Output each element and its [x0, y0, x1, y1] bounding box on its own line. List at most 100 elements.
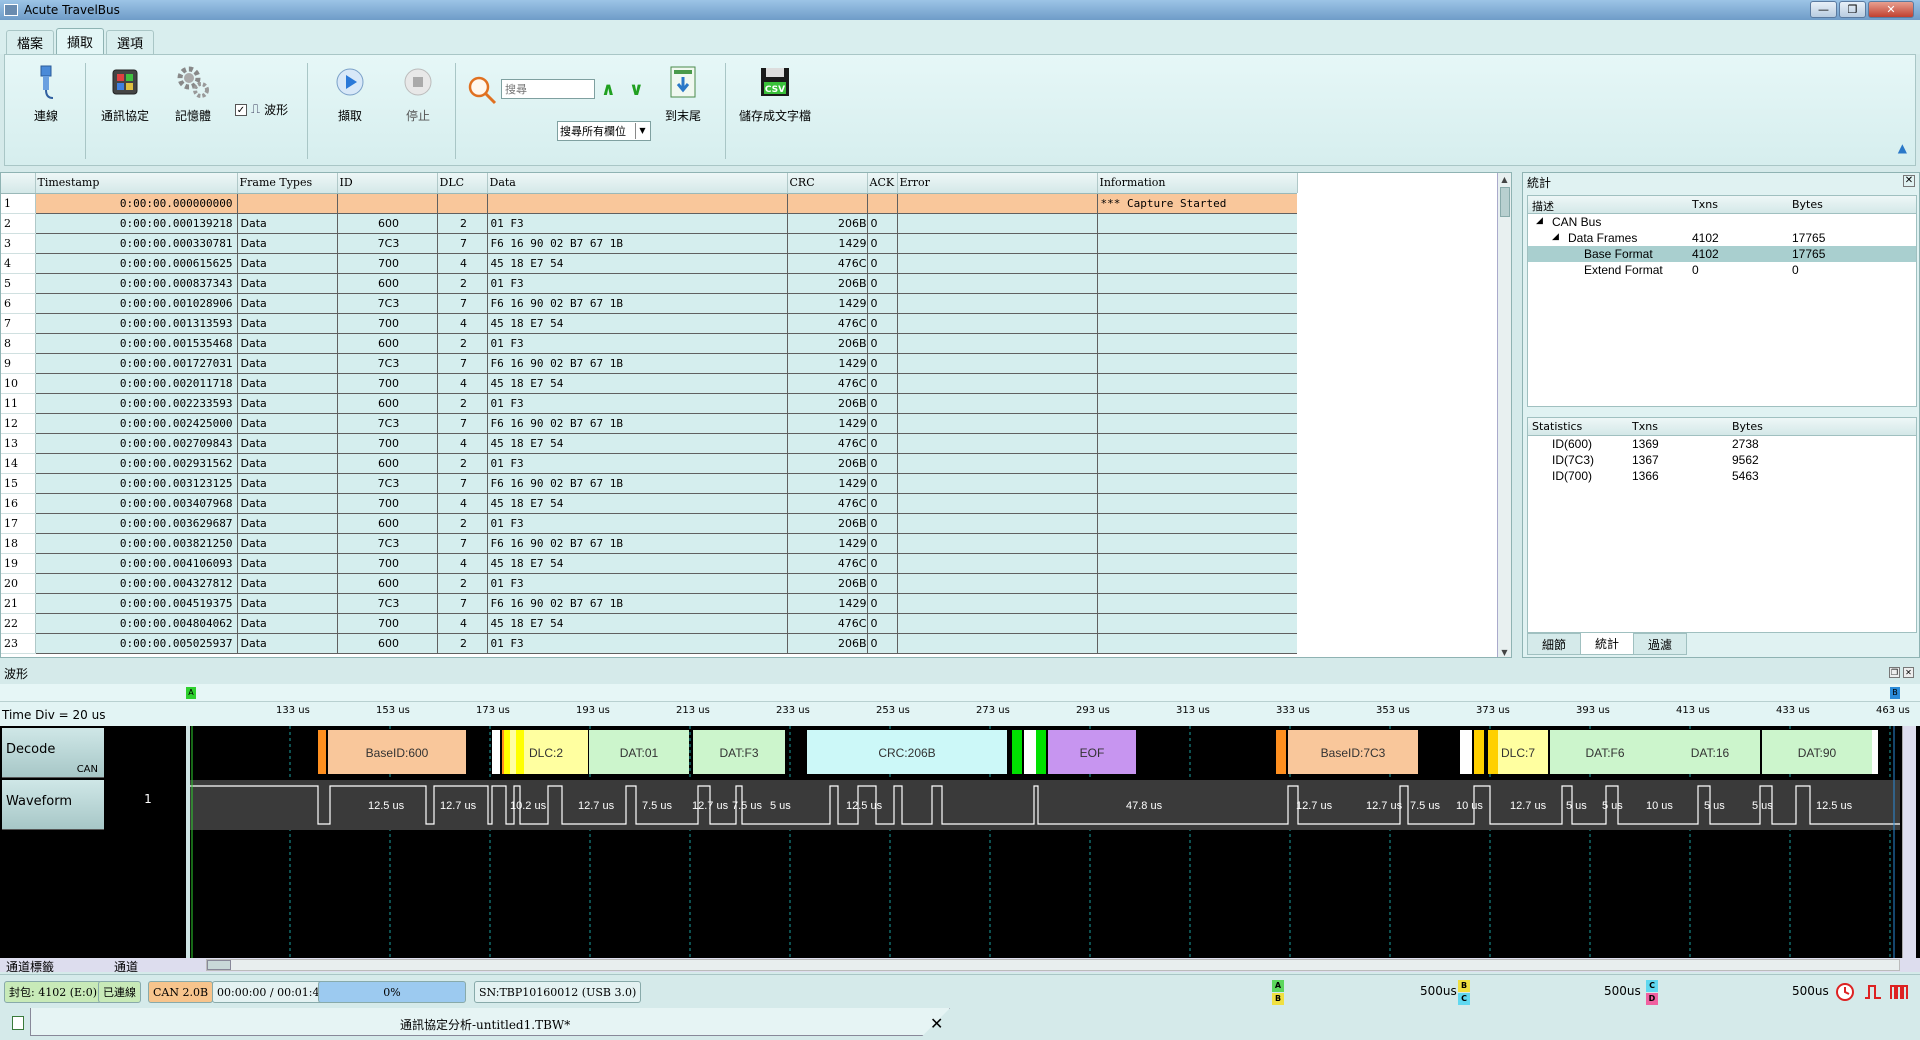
table-row[interactable]: 16 0:00:00.003407968 Data 700 4 45 18 E7 54 47…	[1, 493, 1298, 514]
table-scrollbar[interactable]: ▲ ▼	[1497, 173, 1511, 657]
tree-item[interactable]: Base Format 4102 17765	[1528, 246, 1916, 262]
hscroll-thumb[interactable]	[207, 960, 231, 970]
column-header[interactable]	[1, 173, 36, 194]
capture-button[interactable]: 擷取	[333, 63, 367, 124]
table-row[interactable]: 14 0:00:00.002931562 Data 600 2 01 F3 206B 0	[1, 453, 1298, 474]
protocol-badge: CAN 2.0B	[148, 981, 214, 1003]
tab-options[interactable]: 選項	[106, 30, 155, 54]
minimize-button[interactable]: —	[1810, 1, 1837, 18]
waveform-checkbox[interactable]: ✓ ⎍ 波形	[235, 101, 288, 118]
scroll-down-icon[interactable]: ▼	[1498, 646, 1511, 657]
id-stat-row[interactable]: ID(7C3) 1367 9562	[1528, 452, 1916, 468]
waveform-vscroll[interactable]	[1902, 726, 1916, 958]
close-icon[interactable]: ✕	[1903, 667, 1914, 678]
close-document-icon[interactable]: ✕	[930, 1014, 943, 1033]
table-cell	[1097, 373, 1298, 394]
column-header[interactable]: Error	[897, 173, 1098, 194]
column-header[interactable]: Data	[487, 173, 788, 194]
table-cell	[897, 433, 1098, 454]
connect-button[interactable]: 連線	[29, 63, 63, 124]
table-row[interactable]: 18 0:00:00.003821250 Data 7C3 7 F6 16 90 02 B…	[1, 533, 1298, 554]
table-row[interactable]: 15 0:00:00.003123125 Data 7C3 7 F6 16 90 02 B…	[1, 473, 1298, 494]
table-row[interactable]: 3 0:00:00.000330781 Data 7C3 7 F6 16 90 02 B7…	[1, 233, 1298, 254]
time-tick-label: 293 us	[1076, 705, 1110, 716]
pulse-width-label: 12.7 us	[578, 800, 615, 812]
table-row[interactable]: 4 0:00:00.000615625 Data 700 4 45 18 E7 54 476…	[1, 253, 1298, 274]
table-cell	[1097, 273, 1298, 294]
close-window-button[interactable]: ✕	[1868, 1, 1914, 18]
goto-end-button[interactable]: 到末尾	[665, 63, 701, 124]
cursor-b-flag[interactable]: B	[1890, 687, 1900, 699]
collapse-ribbon-icon[interactable]: ▲	[1898, 141, 1907, 155]
table-row[interactable]: 1 0:00:00.000000000 *** Capture Started	[1, 193, 1298, 214]
table-cell	[897, 373, 1098, 394]
table-cell: 6	[1, 293, 36, 314]
table-row[interactable]: 17 0:00:00.003629687 Data 600 2 01 F3 206B 0	[1, 513, 1298, 534]
expand-triangle-icon[interactable]: ◢	[1536, 215, 1543, 226]
search-scope-select[interactable]: 搜尋所有欄位 ▼	[557, 121, 651, 141]
pulse-icon[interactable]	[1862, 981, 1884, 1003]
tab-statistics[interactable]: 統計	[1580, 633, 1635, 655]
table-row[interactable]: 9 0:00:00.001727031 Data 7C3 7 F6 16 90 02 B7…	[1, 353, 1298, 374]
table-cell: *** Capture Started	[1097, 193, 1298, 214]
table-row[interactable]: 19 0:00:00.004106093 Data 700 4 45 18 E7 54 47…	[1, 553, 1298, 574]
multi-pulse-icon[interactable]	[1888, 981, 1910, 1003]
table-row[interactable]: 13 0:00:00.002709843 Data 700 4 45 18 E7 54 47…	[1, 433, 1298, 454]
save-text-button[interactable]: CSV 儲存成文字檔	[739, 63, 811, 124]
tree-item-txns: 0	[1692, 263, 1699, 277]
packet-table: Timestamp Frame Types ID DLC Data CRC ACK Error…	[1, 173, 1298, 654]
search-prev-button[interactable]: ∧	[601, 79, 616, 100]
column-header[interactable]: Timestamp	[35, 173, 238, 194]
cursor-strip[interactable]: AB	[0, 684, 1920, 702]
protocol-button[interactable]: 通訊協定	[101, 63, 149, 124]
table-row[interactable]: 6 0:00:00.001028906 Data 7C3 7 F6 16 90 02 B7…	[1, 293, 1298, 314]
column-header[interactable]: ID	[337, 173, 438, 194]
search-input[interactable]	[501, 79, 595, 99]
table-cell	[1097, 473, 1298, 494]
tree-item[interactable]: ◢ CAN Bus	[1528, 214, 1916, 230]
id-stat-row[interactable]: ID(700) 1366 5463	[1528, 468, 1916, 484]
table-row[interactable]: 10 0:00:00.002011718 Data 700 4 45 18 E7 54 47…	[1, 373, 1298, 394]
waveform-canvas[interactable]: BaseID:600 DLC:2 DAT:01 DAT:F3 CRC:206B EOF Ba…	[190, 726, 1900, 958]
expand-triangle-icon[interactable]: ◢	[1552, 231, 1559, 242]
tree-item[interactable]: Extend Format 0 0	[1528, 262, 1916, 278]
waveform-row-label[interactable]: Waveform	[2, 780, 104, 830]
cursor-a-flag[interactable]: A	[186, 687, 196, 699]
table-row[interactable]: 21 0:00:00.004519375 Data 7C3 7 F6 16 90 02 B…	[1, 593, 1298, 614]
tab-filter[interactable]: 過濾	[1633, 633, 1688, 655]
maximize-button[interactable]: ❐	[1839, 1, 1866, 18]
table-cell	[1097, 233, 1298, 254]
decode-row-label[interactable]: Decode CAN	[2, 728, 104, 778]
search-next-button[interactable]: ∨	[629, 79, 644, 100]
restore-icon[interactable]: ❐	[1889, 667, 1900, 678]
table-cell: 700	[337, 553, 438, 574]
waveform-hscroll[interactable]	[206, 959, 1900, 971]
table-row[interactable]: 11 0:00:00.002233593 Data 600 2 01 F3 206B 0	[1, 393, 1298, 414]
checkbox-checked-icon: ✓	[235, 103, 247, 116]
column-header[interactable]: ACK	[867, 173, 898, 194]
column-header[interactable]: Information	[1097, 173, 1298, 194]
id-stat-row[interactable]: ID(600) 1369 2738	[1528, 436, 1916, 452]
tab-details[interactable]: 細節	[1527, 633, 1582, 655]
table-row[interactable]: 20 0:00:00.004327812 Data 600 2 01 F3 206B 0	[1, 573, 1298, 594]
column-header[interactable]: Frame Types	[237, 173, 338, 194]
table-row[interactable]: 5 0:00:00.000837343 Data 600 2 01 F3 206B 0	[1, 273, 1298, 294]
table-row[interactable]: 22 0:00:00.004804062 Data 700 4 45 18 E7 54 47…	[1, 613, 1298, 634]
table-row[interactable]: 8 0:00:00.001535468 Data 600 2 01 F3 206B 0	[1, 333, 1298, 354]
table-row[interactable]: 23 0:00:00.005025937 Data 600 2 01 F3 206B 0	[1, 633, 1298, 654]
table-cell: 206B	[787, 573, 868, 594]
column-header[interactable]: CRC	[787, 173, 868, 194]
table-row[interactable]: 12 0:00:00.002425000 Data 7C3 7 F6 16 90 02 B…	[1, 413, 1298, 434]
scroll-up-icon[interactable]: ▲	[1498, 173, 1511, 186]
close-icon[interactable]: ✕	[1903, 175, 1915, 187]
table-row[interactable]: 2 0:00:00.000139218 Data 600 2 01 F3 206B 0	[1, 213, 1298, 234]
column-header[interactable]: DLC	[437, 173, 488, 194]
stop-button[interactable]: 停止	[401, 63, 435, 124]
tree-item[interactable]: ◢ Data Frames 4102 17765	[1528, 230, 1916, 246]
scroll-thumb[interactable]	[1500, 187, 1510, 217]
tab-file[interactable]: 檔案	[6, 30, 55, 54]
memory-button[interactable]: 記憶體	[175, 63, 211, 124]
tab-capture[interactable]: 擷取	[56, 28, 105, 54]
clock-icon[interactable]	[1834, 981, 1856, 1003]
table-row[interactable]: 7 0:00:00.001313593 Data 700 4 45 18 E7 54 476…	[1, 313, 1298, 334]
